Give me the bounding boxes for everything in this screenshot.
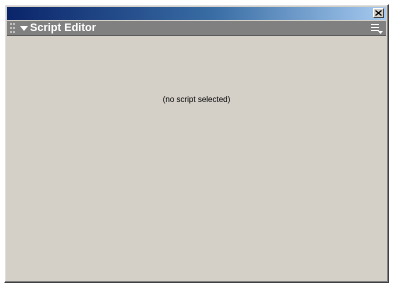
window-titlebar[interactable] <box>7 7 386 20</box>
close-icon <box>375 10 382 16</box>
script-editor-window: Script Editor (no script selected) <box>4 4 389 283</box>
empty-state-message: (no script selected) <box>162 95 231 104</box>
panel-header[interactable]: Script Editor <box>7 21 386 36</box>
panel-title: Script Editor <box>30 22 97 34</box>
script-editor-body[interactable]: (no script selected) <box>7 36 386 280</box>
options-menu-icon[interactable] <box>371 23 383 34</box>
close-button[interactable] <box>373 8 384 18</box>
triangle-down-icon[interactable] <box>19 23 29 33</box>
grip-icon[interactable] <box>10 23 15 33</box>
